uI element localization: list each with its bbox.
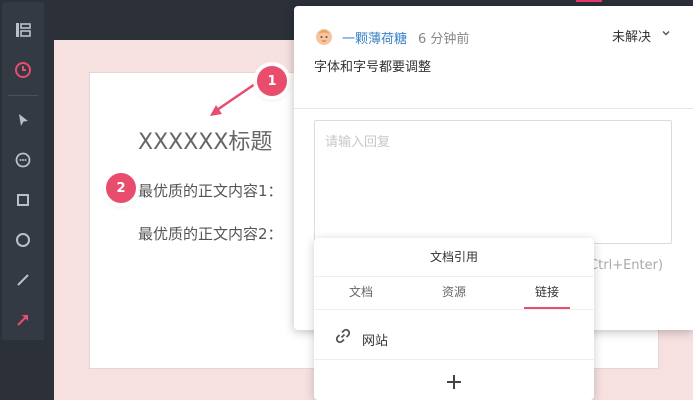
ellipse-tool[interactable] (2, 220, 44, 260)
popup-divider (314, 359, 594, 360)
rectangle-tool[interactable] (2, 180, 44, 220)
line-tool[interactable] (2, 260, 44, 300)
link-item-label: 网站 (362, 334, 389, 349)
submit-hint: (Ctrl+Enter) (584, 258, 664, 273)
line-icon (15, 272, 31, 288)
comment-time: 6 分钟前 (418, 32, 470, 47)
tab-link[interactable]: 链接 (500, 277, 594, 309)
status-dropdown[interactable]: 未解决 (612, 26, 651, 45)
reference-tabs: 文档 资源 链接 (314, 277, 594, 310)
slide-body-line-1[interactable]: 最优质的正文内容1： (138, 180, 283, 201)
history-tool[interactable] (2, 50, 44, 90)
slide-title[interactable]: XXXXXX标题 (138, 124, 272, 156)
comment-icon (14, 151, 32, 169)
arrow-icon (15, 312, 31, 328)
active-tab-underline (524, 307, 570, 309)
comment-marker-1[interactable]: 1 (257, 66, 287, 96)
plus-icon[interactable] (442, 370, 466, 394)
link-icon (335, 328, 351, 344)
link-item-website[interactable]: 网站 (314, 318, 594, 358)
tab-document[interactable]: 文档 (314, 277, 408, 309)
top-bar-accent (576, 0, 602, 2)
clock-icon (14, 61, 32, 79)
comment-text: 字体和字号都要调整 (314, 60, 432, 75)
tab-resource[interactable]: 资源 (407, 277, 501, 309)
circle-icon (14, 231, 32, 249)
chevron-down-icon[interactable] (661, 28, 671, 38)
comment-divider (294, 108, 693, 109)
baby-avatar-icon (316, 29, 332, 45)
left-toolbar (0, 0, 46, 400)
comment-marker-2[interactable]: 2 (106, 173, 136, 203)
popup-title: 文档引用 (314, 238, 594, 277)
layers-icon (14, 21, 32, 39)
comment-username[interactable]: 一颗薄荷糖 (342, 28, 407, 47)
layers-tool[interactable] (2, 10, 44, 50)
slide-body-line-2[interactable]: 最优质的正文内容2： (138, 223, 283, 244)
annotation-arrow[interactable] (200, 74, 260, 124)
square-icon (15, 192, 31, 208)
toolbar-divider (8, 95, 38, 96)
pointer-icon (15, 112, 31, 128)
reference-popup: 文档引用 文档 资源 链接 网站 (314, 238, 594, 400)
comment-tool[interactable] (2, 140, 44, 180)
arrow-tool[interactable] (2, 300, 44, 340)
select-tool[interactable] (2, 100, 44, 140)
reply-input[interactable] (314, 120, 672, 244)
